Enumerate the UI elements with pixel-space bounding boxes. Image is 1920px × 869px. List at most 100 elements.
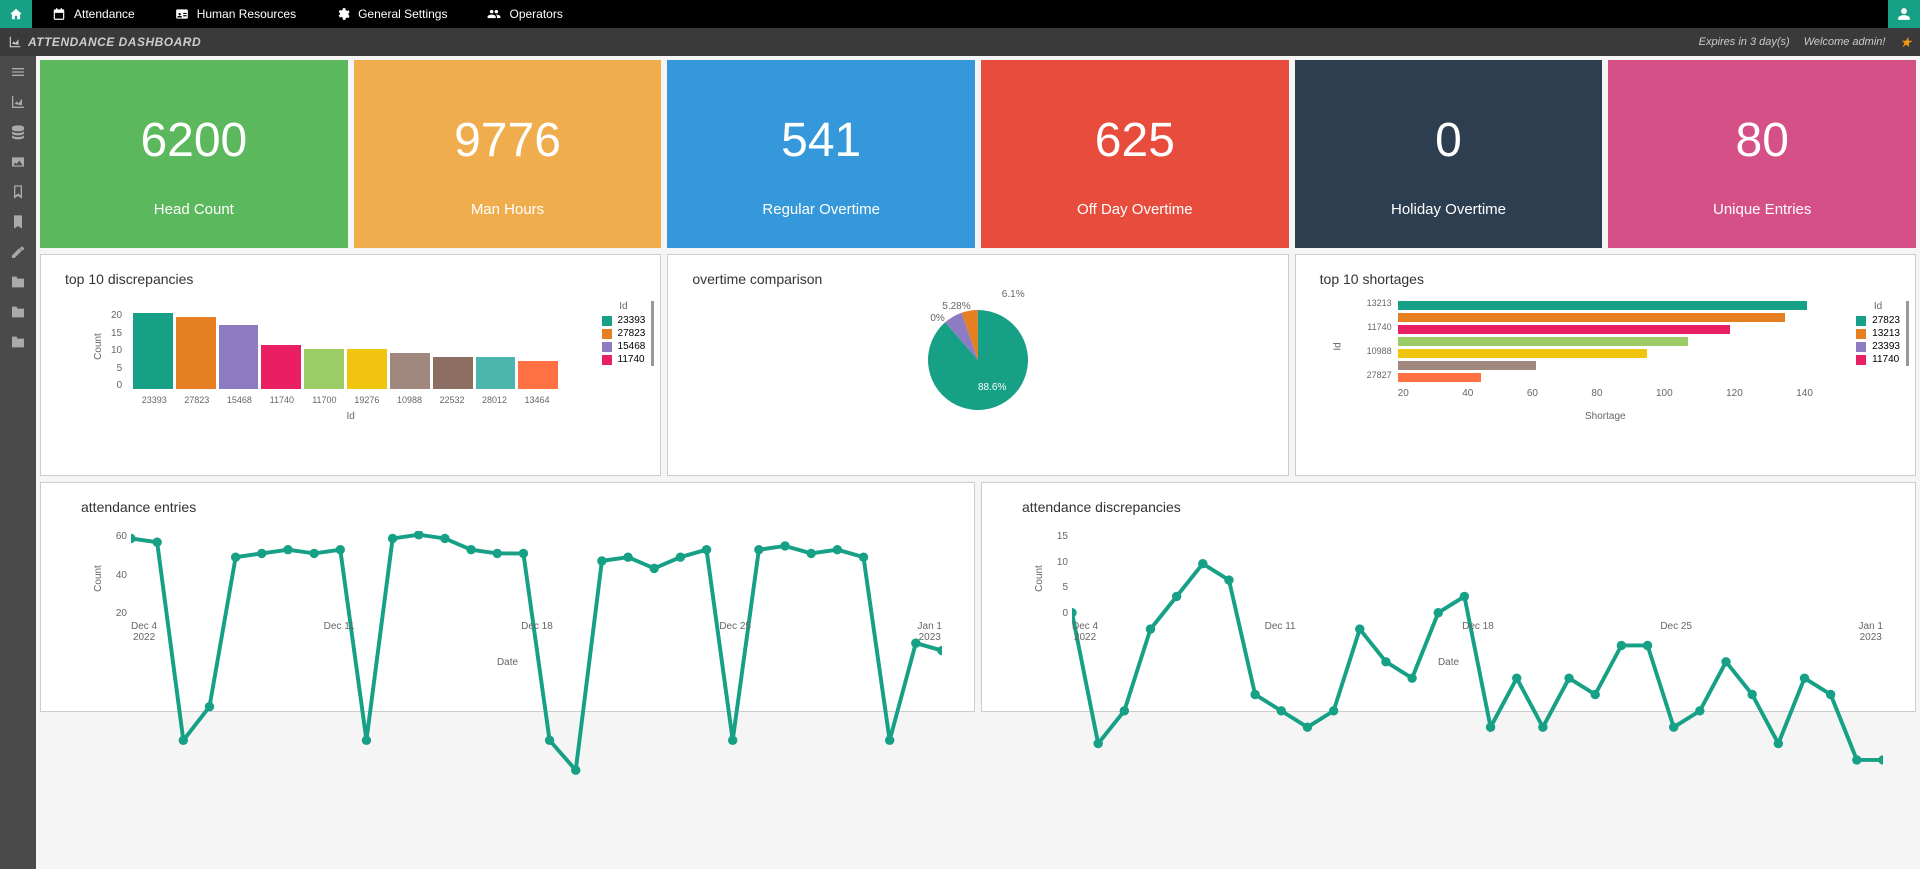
- kpi-card[interactable]: 9776Man Hours: [354, 60, 662, 248]
- data-point[interactable]: [1120, 706, 1129, 715]
- data-point[interactable]: [257, 549, 266, 558]
- nav-hr[interactable]: Human Resources: [155, 7, 316, 21]
- menu-icon[interactable]: [10, 64, 26, 80]
- data-point[interactable]: [1826, 690, 1835, 699]
- home-button[interactable]: [0, 0, 32, 28]
- data-point[interactable]: [545, 736, 554, 745]
- bar[interactable]: [1398, 361, 1536, 370]
- bar[interactable]: [518, 361, 558, 389]
- data-point[interactable]: [519, 549, 528, 558]
- data-point[interactable]: [1800, 673, 1809, 682]
- data-point[interactable]: [1774, 739, 1783, 748]
- nav-operators[interactable]: Operators: [467, 7, 582, 21]
- bar[interactable]: [176, 317, 216, 389]
- user-menu-button[interactable]: [1888, 0, 1920, 28]
- bar[interactable]: [1398, 349, 1647, 358]
- data-point[interactable]: [1721, 657, 1730, 666]
- data-point[interactable]: [1591, 690, 1600, 699]
- data-point[interactable]: [493, 549, 502, 558]
- data-point[interactable]: [859, 552, 868, 561]
- data-point[interactable]: [1747, 690, 1756, 699]
- data-point[interactable]: [1564, 673, 1573, 682]
- data-point[interactable]: [1093, 739, 1102, 748]
- data-point[interactable]: [1878, 755, 1883, 764]
- data-point[interactable]: [309, 549, 318, 558]
- bar[interactable]: [1398, 337, 1689, 346]
- data-point[interactable]: [231, 552, 240, 561]
- data-point[interactable]: [1434, 608, 1443, 617]
- legend-item: 23393: [602, 314, 646, 327]
- data-point[interactable]: [1172, 592, 1181, 601]
- bar[interactable]: [219, 325, 259, 389]
- kpi-card[interactable]: 0Holiday Overtime: [1295, 60, 1603, 248]
- data-point[interactable]: [650, 564, 659, 573]
- bar[interactable]: [390, 353, 430, 389]
- data-point[interactable]: [1512, 673, 1521, 682]
- data-point[interactable]: [1277, 706, 1286, 715]
- data-point[interactable]: [833, 545, 842, 554]
- data-point[interactable]: [362, 736, 371, 745]
- kpi-card[interactable]: 6200Head Count: [40, 60, 348, 248]
- data-point[interactable]: [1303, 722, 1312, 731]
- kpi-card[interactable]: 80Unique Entries: [1608, 60, 1916, 248]
- data-point[interactable]: [336, 545, 345, 554]
- data-point[interactable]: [597, 556, 606, 565]
- kpi-card[interactable]: 541Regular Overtime: [667, 60, 975, 248]
- folder-icon-2[interactable]: [10, 304, 26, 320]
- bookmark-outline-icon[interactable]: [10, 184, 26, 200]
- data-point[interactable]: [702, 545, 711, 554]
- star-icon[interactable]: ★: [1899, 34, 1912, 51]
- data-point[interactable]: [885, 736, 894, 745]
- data-point[interactable]: [1381, 657, 1390, 666]
- data-point[interactable]: [1250, 690, 1259, 699]
- data-point[interactable]: [1224, 575, 1233, 584]
- bar[interactable]: [133, 313, 173, 389]
- data-point[interactable]: [937, 646, 942, 655]
- data-point[interactable]: [179, 736, 188, 745]
- bar[interactable]: [433, 357, 473, 389]
- data-point[interactable]: [676, 552, 685, 561]
- bar[interactable]: [1398, 301, 1808, 310]
- bar[interactable]: [1398, 313, 1786, 322]
- chart-area-icon[interactable]: [10, 94, 26, 110]
- database-icon[interactable]: [10, 124, 26, 140]
- data-point[interactable]: [283, 545, 292, 554]
- data-point[interactable]: [1407, 673, 1416, 682]
- data-point[interactable]: [571, 765, 580, 774]
- data-point[interactable]: [1486, 722, 1495, 731]
- data-point[interactable]: [728, 736, 737, 745]
- data-point[interactable]: [1072, 608, 1077, 617]
- data-point[interactable]: [1538, 722, 1547, 731]
- bar[interactable]: [261, 345, 301, 389]
- image-icon[interactable]: [10, 154, 26, 170]
- data-point[interactable]: [754, 545, 763, 554]
- bar[interactable]: [347, 349, 387, 389]
- data-point[interactable]: [623, 552, 632, 561]
- data-point[interactable]: [1852, 755, 1861, 764]
- data-point[interactable]: [388, 534, 397, 543]
- data-point[interactable]: [414, 531, 423, 539]
- data-point[interactable]: [1460, 592, 1469, 601]
- data-point[interactable]: [1669, 722, 1678, 731]
- bookmark-icon[interactable]: [10, 214, 26, 230]
- folder-icon[interactable]: [10, 274, 26, 290]
- data-point[interactable]: [131, 534, 136, 543]
- data-point[interactable]: [1695, 706, 1704, 715]
- data-point[interactable]: [466, 545, 475, 554]
- data-point[interactable]: [1329, 706, 1338, 715]
- bar[interactable]: [1398, 325, 1730, 334]
- data-point[interactable]: [152, 538, 161, 547]
- folder-icon-3[interactable]: [10, 334, 26, 350]
- data-point[interactable]: [205, 702, 214, 711]
- nav-settings[interactable]: General Settings: [316, 7, 467, 21]
- bar[interactable]: [476, 357, 516, 389]
- data-point[interactable]: [780, 541, 789, 550]
- nav-attendance[interactable]: Attendance: [32, 7, 155, 21]
- data-point[interactable]: [440, 534, 449, 543]
- bar[interactable]: [1398, 373, 1481, 382]
- data-point[interactable]: [806, 549, 815, 558]
- bar[interactable]: [304, 349, 344, 389]
- kpi-card[interactable]: 625Off Day Overtime: [981, 60, 1289, 248]
- edit-icon[interactable]: [10, 244, 26, 260]
- data-point[interactable]: [1198, 559, 1207, 568]
